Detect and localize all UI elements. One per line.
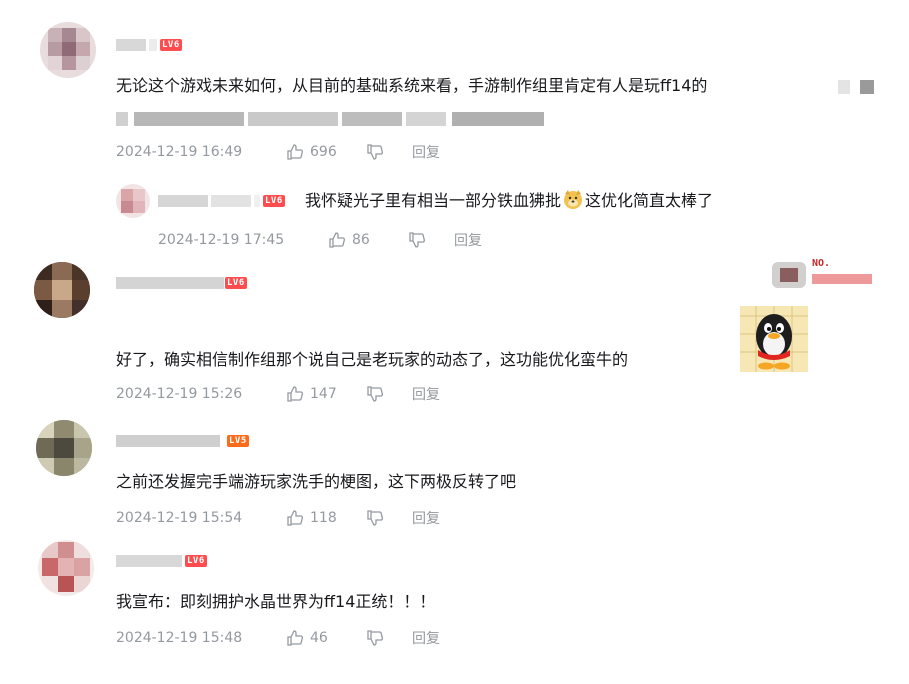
dislike-button[interactable]: [366, 385, 412, 403]
reply-meta: 2024-12-19 17:45 86 回复: [158, 230, 482, 250]
level-badge: LV6: [225, 277, 247, 289]
avatar[interactable]: [34, 262, 90, 318]
avatar[interactable]: [116, 184, 150, 218]
redacted-text: [838, 80, 878, 94]
username[interactable]: LV6: [116, 38, 182, 52]
avatar[interactable]: [40, 22, 96, 78]
dislike-button[interactable]: [366, 629, 412, 647]
dislike-button[interactable]: [366, 509, 412, 527]
like-count: 696: [310, 144, 337, 160]
timestamp: 2024-12-19 16:49: [116, 144, 243, 160]
level-badge: LV6: [185, 555, 207, 567]
reply-text: 我怀疑光子里有相当一部分铁血狒批 这优化简直太棒了: [305, 188, 713, 213]
qq-penguin-sticker: [740, 306, 808, 372]
level-badge: LV6: [160, 39, 182, 51]
thumbs-up-icon: [287, 144, 303, 160]
dislike-button[interactable]: [366, 143, 412, 161]
reply-button[interactable]: 回复: [412, 384, 440, 404]
thumbs-down-icon: [367, 386, 383, 402]
redacted-text: [116, 112, 544, 126]
thumbs-down-icon: [409, 232, 425, 248]
timestamp: 2024-12-19 15:54: [116, 510, 243, 526]
username[interactable]: LV6: [158, 194, 285, 208]
comment-meta: 2024-12-19 15:48 46 回复: [116, 628, 440, 648]
like-button[interactable]: 696: [286, 143, 366, 161]
thumbs-down-icon: [367, 510, 383, 526]
comment-text: 之前还发握完手端游玩家洗手的梗图，这下两极反转了吧: [116, 472, 517, 491]
thumbs-up-icon: [287, 386, 303, 402]
like-button[interactable]: 86: [328, 231, 408, 249]
reply-button[interactable]: 回复: [454, 230, 482, 250]
level-badge: LV5: [227, 435, 249, 447]
thumbs-down-icon: [367, 630, 383, 646]
level-badge: LV6: [263, 195, 285, 207]
reply-button[interactable]: 回复: [412, 142, 440, 162]
avatar[interactable]: [36, 420, 92, 476]
thumbs-down-icon: [367, 144, 383, 160]
like-count: 147: [310, 386, 337, 402]
reply-text-part: 我怀疑光子里有相当一部分铁血狒批: [305, 191, 562, 210]
like-button[interactable]: 118: [286, 509, 366, 527]
badge-number: NO.: [812, 258, 831, 269]
username[interactable]: LV5: [116, 434, 249, 448]
comment-text: 无论这个游戏未来如何，从目前的基础系统来看，手游制作组里肯定有人是玩ff14的: [116, 76, 708, 95]
like-button[interactable]: 46: [286, 629, 366, 647]
reply-button[interactable]: 回复: [412, 628, 440, 648]
comment-text: 好了，确实相信制作组那个说自己是老玩家的动态了，这功能优化蛮牛的: [116, 350, 629, 369]
thumbs-up-icon: [329, 232, 345, 248]
thumbs-up-icon: [287, 510, 303, 526]
timestamp: 2024-12-19 15:48: [116, 630, 243, 646]
comment-meta: 2024-12-19 15:54 118 回复: [116, 508, 440, 528]
comment-text: 我宣布：即刻拥护水晶世界为ff14正统！！！: [116, 592, 436, 611]
like-count: 46: [310, 630, 328, 646]
reply-button[interactable]: 回复: [412, 508, 440, 528]
comment-meta: 2024-12-19 16:49 696 回复: [116, 142, 440, 162]
username[interactable]: LV6: [116, 554, 207, 568]
comment-meta: 2024-12-19 15:26 147 回复: [116, 384, 440, 404]
avatar[interactable]: [38, 540, 94, 596]
thumbs-up-icon: [287, 630, 303, 646]
like-button[interactable]: 147: [286, 385, 366, 403]
fan-badge: NO.: [772, 258, 876, 288]
like-count: 118: [310, 510, 337, 526]
dislike-button[interactable]: [408, 231, 454, 249]
username[interactable]: LV6: [116, 276, 247, 290]
doge-emoji-icon: [564, 190, 583, 209]
timestamp: 2024-12-19 17:45: [158, 232, 285, 248]
timestamp: 2024-12-19 15:26: [116, 386, 243, 402]
reply-text-part: 这优化简直太棒了: [585, 191, 714, 210]
like-count: 86: [352, 232, 370, 248]
